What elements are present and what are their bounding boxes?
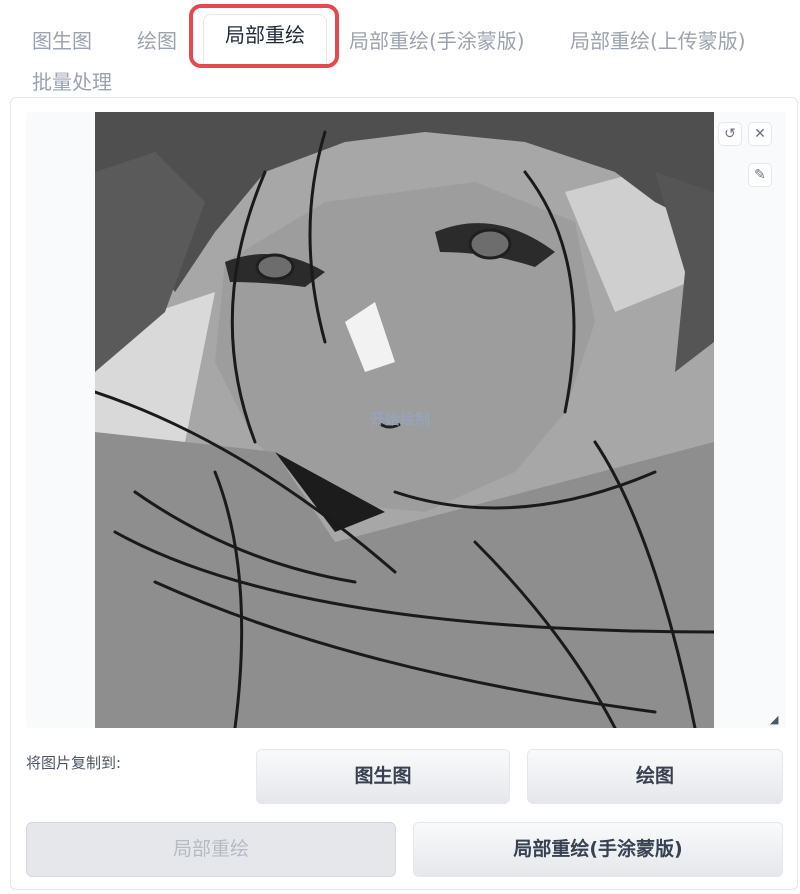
copy-to-sketch-button[interactable]: 绘图 — [527, 749, 783, 804]
undo-icon[interactable]: ↺ — [718, 122, 742, 146]
close-icon[interactable]: ✕ — [748, 122, 772, 146]
sketch-illustration — [95, 112, 714, 728]
resize-handle-icon[interactable]: ◢ — [770, 714, 782, 726]
copy-to-inpaint-sketch-button[interactable]: 局部重绘(手涂蒙版) — [413, 822, 783, 877]
tab-inpaint-upload[interactable]: 局部重绘(上传蒙版) — [570, 25, 746, 54]
copy-to-inpaint-button: 局部重绘 — [26, 822, 396, 877]
copy-to-label: 将图片复制到: — [26, 754, 122, 772]
tab-inpaint[interactable]: 局部重绘 — [203, 14, 327, 63]
brush-icon[interactable]: ✎ — [748, 163, 772, 187]
copy-to-img2img-button[interactable]: 图生图 — [256, 749, 510, 804]
tab-batch[interactable]: 批量处理 — [32, 66, 112, 95]
tab-img2img[interactable]: 图生图 — [32, 25, 92, 54]
tab-inpaint-sketch[interactable]: 局部重绘(手涂蒙版) — [349, 25, 525, 54]
inpaint-image[interactable] — [95, 112, 714, 728]
tab-sketch[interactable]: 绘图 — [137, 25, 177, 54]
